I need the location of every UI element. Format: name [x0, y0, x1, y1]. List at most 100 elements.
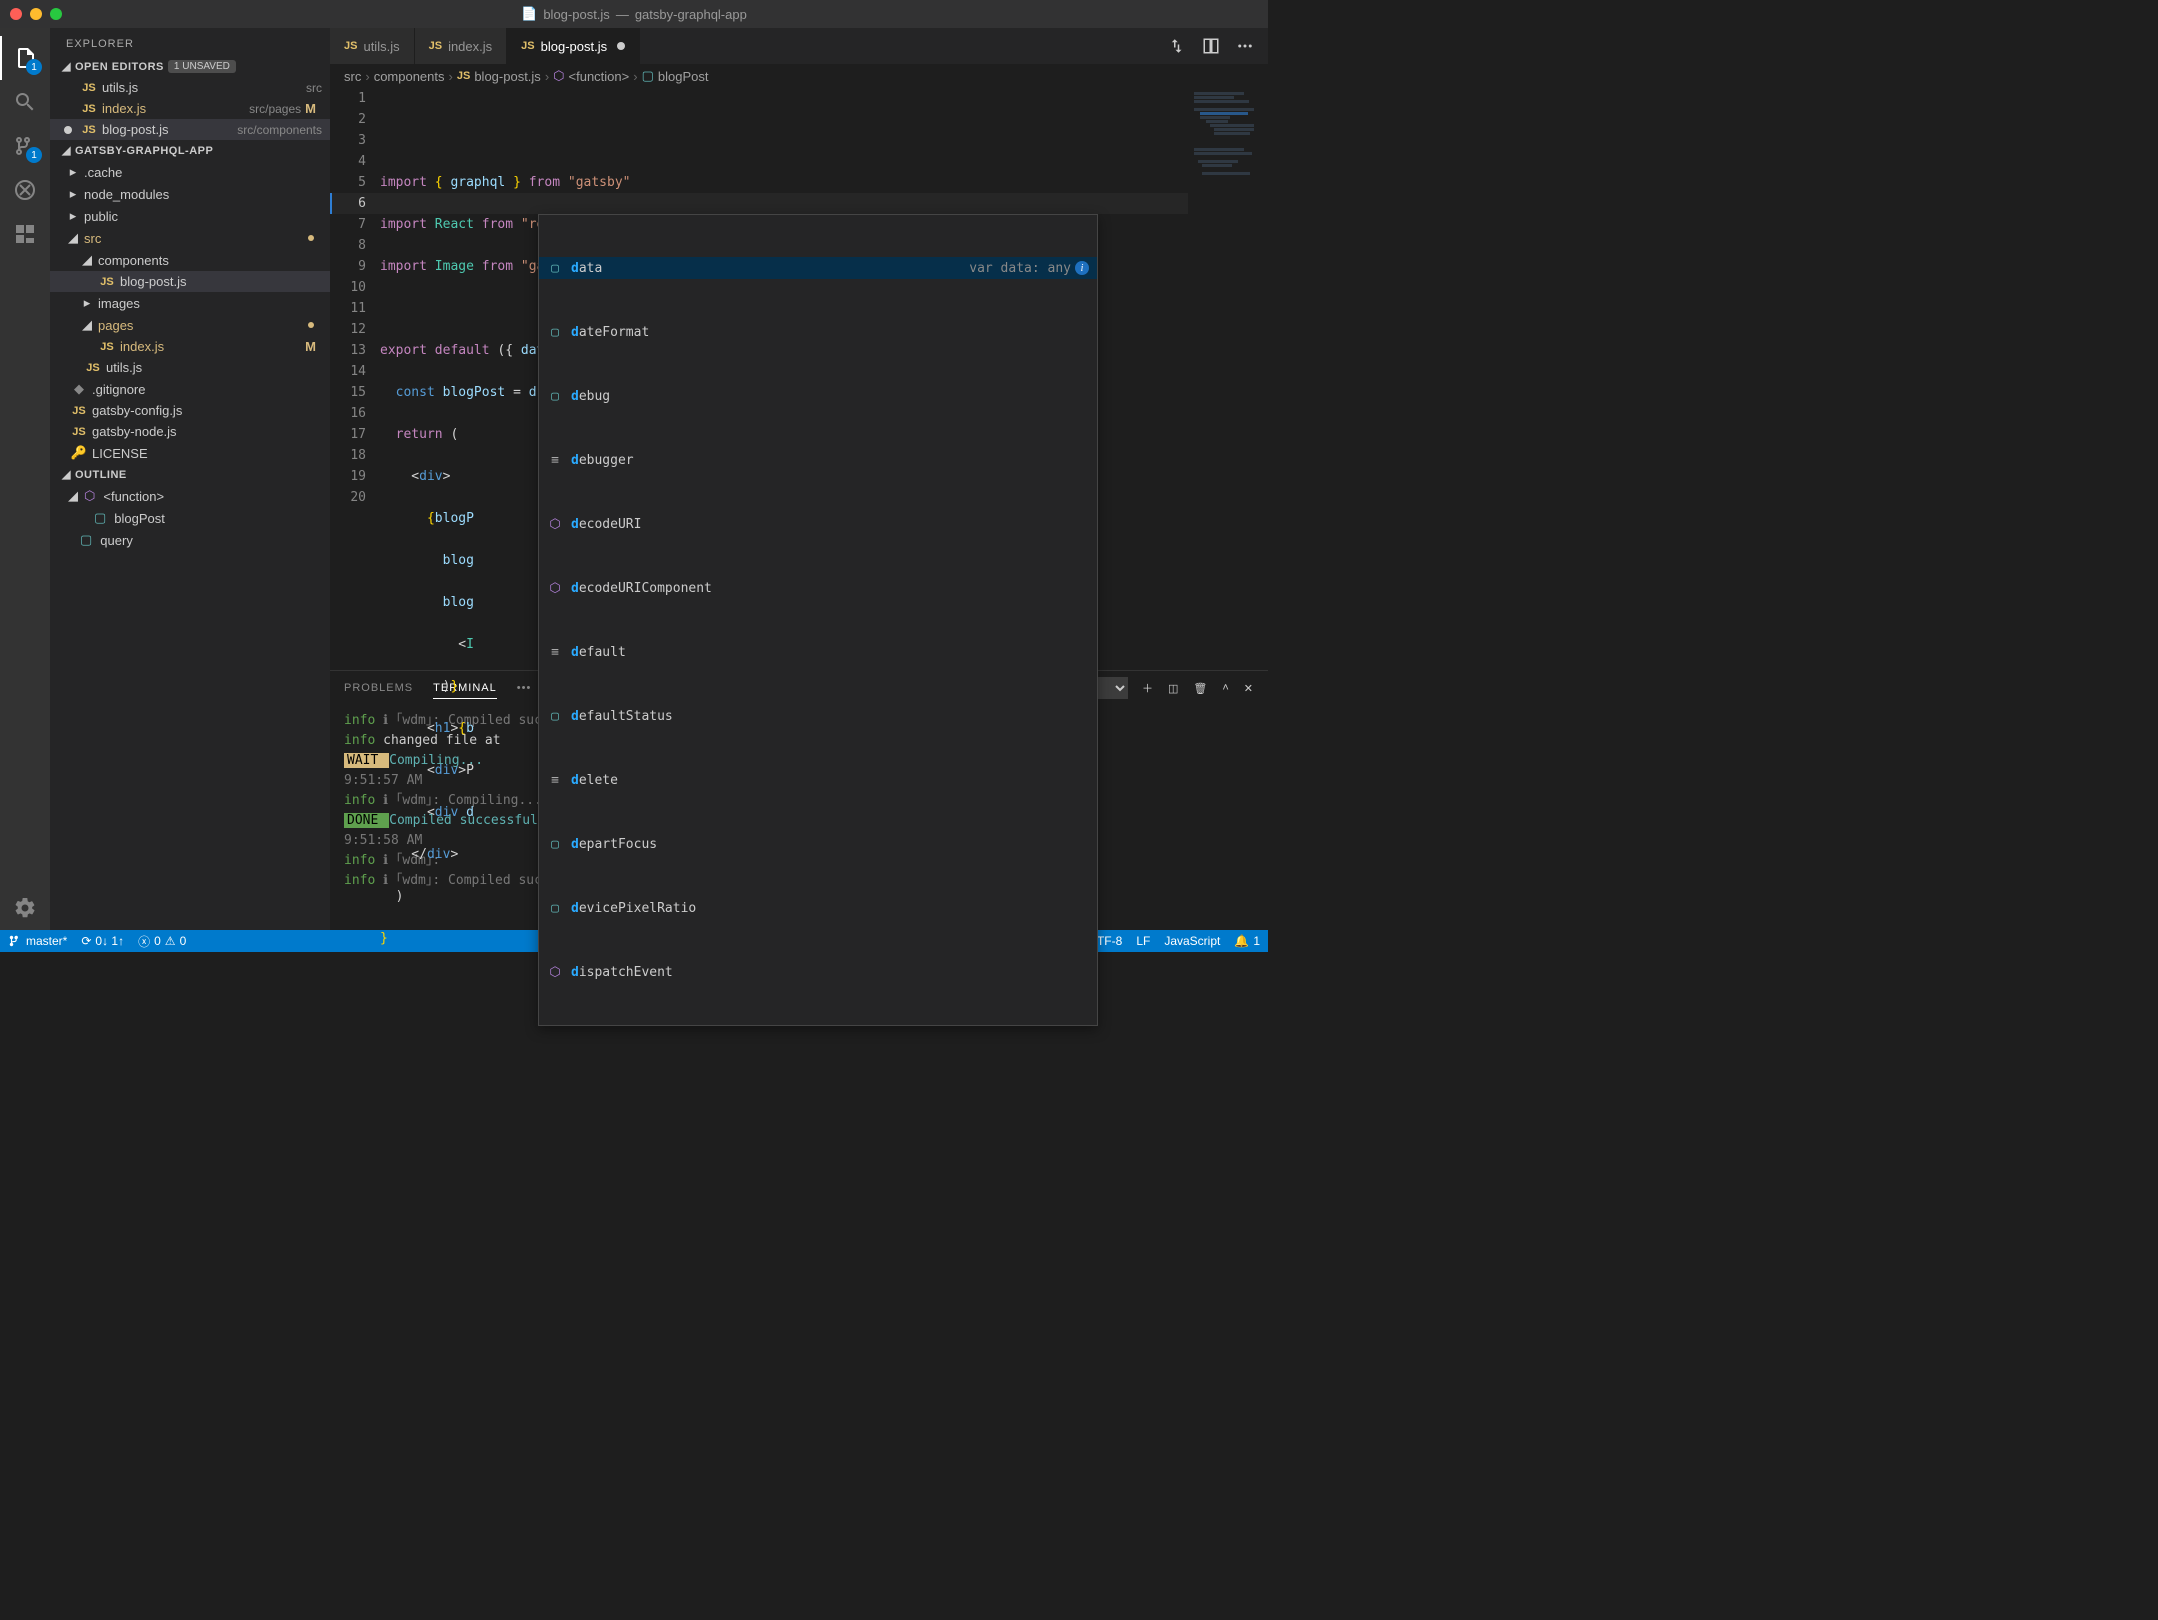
suggest-item[interactable]: ≡delete [539, 769, 1097, 791]
activity-settings[interactable] [0, 886, 50, 930]
breadcrumb-item[interactable]: src [344, 69, 361, 84]
status-feedback[interactable]: 🔔 1 [1234, 934, 1260, 948]
folder-item[interactable]: ▸public [50, 205, 330, 227]
workspace-label: GATSBY-GRAPHQL-APP [75, 145, 213, 157]
file-item[interactable]: JSutils.js [50, 357, 330, 378]
js-icon: JS [80, 82, 98, 94]
suggest-item[interactable]: ▢ data var data: any i [539, 257, 1097, 279]
folder-item[interactable]: ▸.cache [50, 161, 330, 183]
file-name: blog-post.js [102, 122, 229, 137]
suggest-item[interactable]: ▢devicePixelRatio [539, 897, 1097, 919]
tab-utils[interactable]: JSutils.js [330, 28, 415, 64]
suggest-item[interactable]: ≡debugger [539, 449, 1097, 471]
chevron-down-icon: ◢ [62, 468, 71, 481]
suggest-item[interactable]: ⬡dispatchEvent [539, 961, 1097, 983]
unsaved-badge: 1 UNSAVED [168, 60, 236, 73]
symbol-name: <function> [103, 489, 322, 504]
js-icon: JS [70, 405, 88, 417]
folder-name: pages [98, 318, 133, 333]
js-icon: JS [521, 40, 534, 52]
folder-item[interactable]: ◢src [50, 227, 330, 249]
close-panel-icon[interactable]: ✕ [1244, 682, 1254, 695]
suggest-item[interactable]: ▢debug [539, 385, 1097, 407]
extensions-icon [13, 222, 37, 246]
status-sync[interactable]: ⟳ 0↓ 1↑ [81, 934, 124, 948]
dirty-dot-icon [617, 42, 625, 50]
breadcrumb-item[interactable]: blogPost [658, 69, 709, 84]
tab-index[interactable]: JSindex.js [415, 28, 508, 64]
tab-blog-post[interactable]: JS blog-post.js [507, 28, 640, 64]
compare-icon[interactable] [1168, 37, 1186, 55]
chevron-right-icon: ▸ [66, 164, 80, 180]
folder-item[interactable]: ◢pages [50, 314, 330, 336]
maximize-window[interactable] [50, 8, 62, 20]
open-editor-item[interactable]: JS blog-post.js src/components [50, 119, 330, 140]
activity-debug[interactable] [0, 168, 50, 212]
split-editor-icon[interactable] [1202, 37, 1220, 55]
breadcrumbs[interactable]: src› components› JS blog-post.js› ⬡ <fun… [330, 64, 1268, 88]
status-branch[interactable]: master* [8, 934, 67, 948]
minimize-window[interactable] [30, 8, 42, 20]
info-icon[interactable]: i [1075, 261, 1089, 275]
file-name: gatsby-config.js [92, 403, 322, 418]
breadcrumb-item[interactable]: components [374, 69, 445, 84]
open-editor-item[interactable]: JS utils.js src [50, 77, 330, 98]
symbol-keyword-icon: ≡ [547, 450, 563, 471]
minimap[interactable] [1188, 88, 1268, 670]
file-path: src/components [237, 123, 322, 137]
close-window[interactable] [10, 8, 22, 20]
window-controls [10, 8, 62, 20]
suggest-item[interactable]: ▢departFocus [539, 833, 1097, 855]
suggest-item[interactable]: ⬡decodeURIComponent [539, 577, 1097, 599]
folder-item[interactable]: ▸images [50, 292, 330, 314]
symbol-keyword-icon: ≡ [547, 642, 563, 663]
outline-item[interactable]: ▢query [50, 529, 330, 551]
activity-explorer[interactable]: 1 [0, 36, 50, 80]
folder-item[interactable]: ◢components [50, 249, 330, 271]
folder-name: components [98, 253, 169, 268]
suggest-item[interactable]: ▢defaultStatus [539, 705, 1097, 727]
file-item[interactable]: JS gatsby-config.js [50, 400, 330, 421]
activity-extensions[interactable] [0, 212, 50, 256]
file-name: index.js [102, 101, 241, 116]
js-icon: JS [98, 276, 116, 288]
status-errors[interactable]: ⓧ 0 ⚠ 0 [138, 933, 186, 950]
suggest-item[interactable]: ▢dateFormat [539, 321, 1097, 343]
symbol-method-icon: ⬡ [547, 578, 563, 599]
tab-filename: utils.js [363, 39, 399, 54]
tab-filename: blog-post.js [541, 39, 607, 54]
file-item[interactable]: 🔑LICENSE [50, 442, 330, 464]
outline-item[interactable]: ◢⬡<function> [50, 485, 330, 507]
editor-body: 12345 678910 1112131415 1617181920 impor… [330, 88, 1268, 670]
open-editor-item[interactable]: JS index.js src/pages M [50, 98, 330, 119]
chevron-right-icon: ▸ [80, 295, 94, 311]
symbol-variable-icon: ▢ [547, 834, 563, 855]
suggest-widget[interactable]: ▢ data var data: any i ▢dateFormat ▢debu… [538, 214, 1098, 1026]
open-editors-label: OPEN EDITORS [75, 61, 164, 73]
explorer-title: EXPLORER [50, 28, 330, 56]
breadcrumb-item[interactable]: blog-post.js [474, 69, 540, 84]
kill-terminal-icon[interactable]: 🗑 [1193, 682, 1208, 695]
activity-bar: 1 1 [0, 28, 50, 930]
file-item[interactable]: JSindex.jsM [50, 336, 330, 357]
open-editors-header[interactable]: ◢ OPEN EDITORS 1 UNSAVED [50, 56, 330, 77]
breadcrumb-item[interactable]: <function> [569, 69, 630, 84]
activity-scm[interactable]: 1 [0, 124, 50, 168]
outline-item[interactable]: ▢blogPost [50, 507, 330, 529]
more-icon[interactable] [1236, 37, 1254, 55]
suggest-item[interactable]: ⬡decodeURI [539, 513, 1097, 535]
folder-item[interactable]: ▸node_modules [50, 183, 330, 205]
file-item[interactable]: JSblog-post.js [50, 271, 330, 292]
file-item[interactable]: JSgatsby-node.js [50, 421, 330, 442]
suggest-item[interactable]: ≡default [539, 641, 1097, 663]
workspace-header[interactable]: ◢ GATSBY-GRAPHQL-APP [50, 140, 330, 161]
symbol-name: blogPost [114, 511, 322, 526]
symbol-variable-icon: ▢ [547, 258, 563, 279]
code-editor[interactable]: import { graphql } from "gatsby" import … [380, 88, 1188, 670]
symbol-variable-icon: ▢ [547, 386, 563, 407]
activity-search[interactable] [0, 80, 50, 124]
file-item[interactable]: ◆.gitignore [50, 378, 330, 400]
file-name: utils.js [102, 80, 298, 95]
outline-header[interactable]: ◢ OUTLINE [50, 464, 330, 485]
maximize-panel-icon[interactable]: ˄ [1222, 682, 1229, 694]
